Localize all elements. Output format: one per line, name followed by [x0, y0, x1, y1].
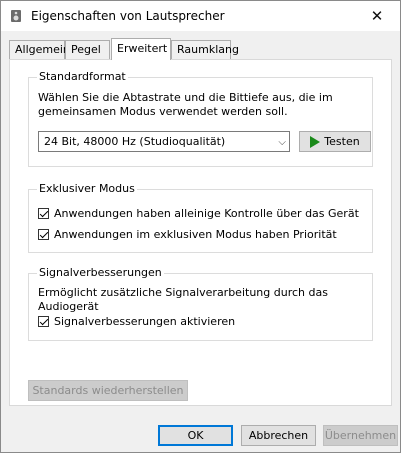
- tab-panel-erweitert: Standardformat Wählen Sie die Abtastrate…: [9, 59, 392, 406]
- enhancements-legend: Signalverbesserungen: [37, 266, 164, 279]
- exclusive-control-label: Anwendungen haben alleinige Kontrolle üb…: [54, 207, 359, 220]
- ok-button[interactable]: OK: [158, 425, 233, 446]
- standardformat-legend: Standardformat: [37, 70, 128, 83]
- exclusive-control-checkbox[interactable]: [38, 208, 49, 219]
- test-button-label: Testen: [324, 135, 360, 148]
- tab-allgemein[interactable]: Allgemein: [9, 40, 70, 59]
- close-icon: ✕: [370, 7, 384, 25]
- format-selected-value: 24 Bit, 48000 Hz (Studioqualität): [44, 135, 226, 148]
- apply-button[interactable]: Übernehmen: [323, 425, 398, 446]
- exclusive-mode-legend: Exklusiver Modus: [37, 182, 137, 195]
- tab-pegel[interactable]: Pegel: [65, 40, 110, 59]
- window-title: Eigenschaften von Lautsprecher: [31, 9, 225, 23]
- cancel-button[interactable]: Abbrechen: [241, 425, 316, 446]
- exclusive-control-option[interactable]: Anwendungen haben alleinige Kontrolle üb…: [38, 207, 359, 220]
- enhancements-option[interactable]: Signalverbesserungen aktivieren: [38, 315, 235, 328]
- format-dropdown[interactable]: 24 Bit, 48000 Hz (Studioqualität) ⌵: [38, 131, 290, 152]
- tab-raumklang[interactable]: Raumklang: [171, 40, 239, 59]
- standardformat-description: Wählen Sie die Abtastrate und die Bittie…: [38, 91, 333, 118]
- test-button[interactable]: Testen: [299, 131, 371, 152]
- enhancements-description: Ermöglicht zusätzliche Signalverarbeitun…: [38, 286, 328, 313]
- properties-dialog: Eigenschaften von Lautsprecher ✕ Allgeme…: [0, 0, 401, 453]
- restore-defaults-button[interactable]: Standards wiederherstellen: [28, 380, 188, 401]
- exclusive-priority-option[interactable]: Anwendungen im exklusiven Modus haben Pr…: [38, 228, 337, 241]
- chevron-down-icon: ⌵: [278, 137, 286, 148]
- title-bar: Eigenschaften von Lautsprecher ✕: [1, 1, 400, 31]
- enhancements-label: Signalverbesserungen aktivieren: [54, 315, 236, 328]
- tab-erweitert[interactable]: Erweitert: [111, 38, 171, 60]
- speaker-icon: [11, 10, 21, 22]
- enhancements-group: Signalverbesserungen Ermöglicht zusätzli…: [28, 266, 373, 341]
- exclusive-priority-label: Anwendungen im exklusiven Modus haben Pr…: [54, 228, 337, 241]
- enhancements-checkbox[interactable]: [38, 316, 49, 327]
- exclusive-priority-checkbox[interactable]: [38, 229, 49, 240]
- exclusive-mode-group: Exklusiver Modus Anwendungen haben allei…: [28, 182, 373, 253]
- close-button[interactable]: ✕: [354, 1, 400, 31]
- standardformat-group: Standardformat Wählen Sie die Abtastrate…: [28, 70, 373, 167]
- play-icon: [310, 135, 321, 148]
